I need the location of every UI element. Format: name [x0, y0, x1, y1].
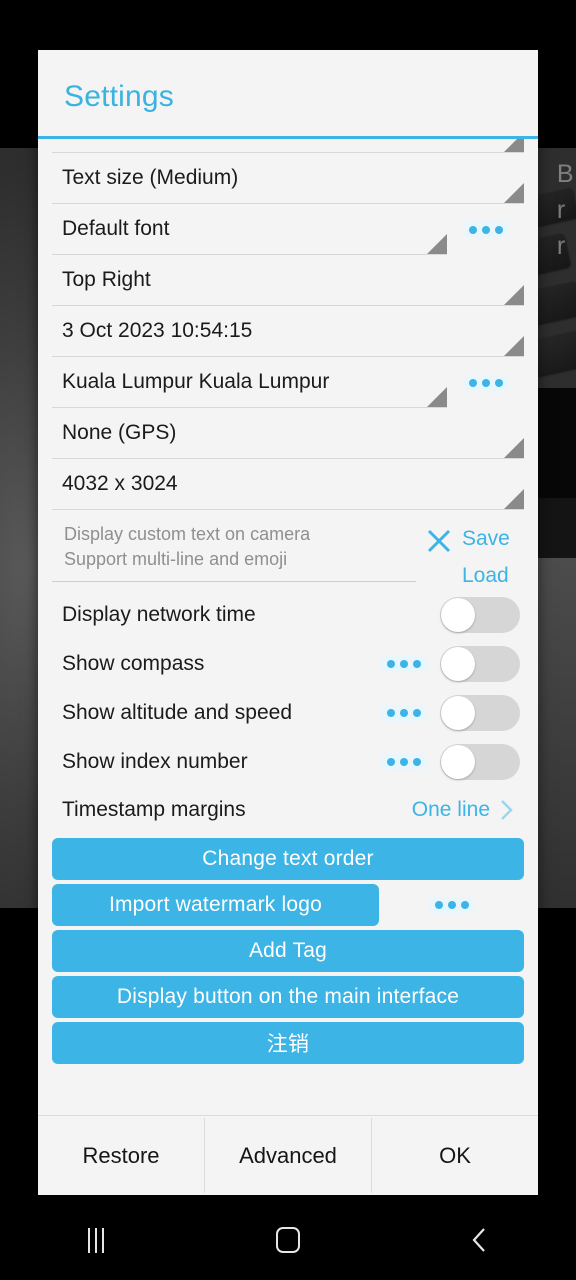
timestamp-margins-row[interactable]: Timestamp margins One line: [52, 786, 524, 834]
clear-custom-text-button[interactable]: [416, 520, 462, 556]
dropdown-triangle-icon: [427, 387, 447, 407]
restore-button[interactable]: Restore: [38, 1116, 204, 1195]
nav-back-button[interactable]: [384, 1200, 576, 1280]
toggle-label: Show compass: [62, 651, 205, 675]
ellipsis-icon: [380, 753, 428, 770]
spinner-label: Text size (Medium): [62, 166, 239, 189]
action-row-change-text-order: Change text order: [52, 834, 524, 880]
ellipsis-icon: [427, 897, 476, 913]
toggle-row-network-time[interactable]: Display network time: [52, 590, 524, 639]
back-icon: [472, 1228, 485, 1252]
spinner-row-position[interactable]: Top Right: [52, 255, 524, 306]
spinner-label: None (GPS): [62, 421, 177, 444]
overflow-menu-watermark[interactable]: [379, 897, 524, 913]
spinner-row-gps[interactable]: None (GPS): [52, 408, 524, 459]
spinner-row-datetime[interactable]: 3 Oct 2023 10:54:15: [52, 306, 524, 357]
toggle-row-index-number[interactable]: Show index number: [52, 737, 524, 786]
home-icon: [276, 1227, 300, 1253]
dropdown-triangle-icon: [504, 285, 524, 305]
dropdown-triangle-icon: [504, 139, 524, 152]
page-title: Settings: [64, 80, 174, 113]
settings-dialog: Settings Text size (Medium) Default font…: [38, 50, 538, 1195]
advanced-button[interactable]: Advanced: [205, 1116, 371, 1195]
timestamp-margins-value: One line: [411, 798, 490, 821]
toggle-label: Show altitude and speed: [62, 700, 293, 724]
custom-text-placeholder-line2: Support multi-line and emoji: [64, 549, 288, 569]
toggle-switch-network-time[interactable]: [440, 596, 520, 633]
add-tag-button[interactable]: Add Tag: [52, 930, 524, 972]
toggle-switch-altitude-speed[interactable]: [440, 694, 520, 731]
spinner-row-resolution[interactable]: 4032 x 3024: [52, 459, 524, 510]
ok-button[interactable]: OK: [372, 1116, 538, 1195]
toggle-row-compass[interactable]: Show compass: [52, 639, 524, 688]
dropdown-triangle-icon: [504, 336, 524, 356]
overflow-menu-index-number[interactable]: [368, 753, 440, 770]
spinner-label: Top Right: [62, 268, 151, 291]
overflow-menu-location[interactable]: [447, 357, 524, 408]
dropdown-triangle-icon: [504, 183, 524, 203]
dropdown-triangle-icon: [427, 234, 447, 254]
change-text-order-button[interactable]: Change text order: [52, 838, 524, 880]
dialog-title-bar: Settings: [38, 50, 538, 136]
action-row-logout: 注销: [52, 1018, 524, 1064]
spinner-label: Default font: [62, 217, 170, 240]
logout-button[interactable]: 注销: [52, 1022, 524, 1064]
action-row-add-tag: Add Tag: [52, 926, 524, 972]
toggle-knob: [441, 695, 475, 730]
import-watermark-logo-button[interactable]: Import watermark logo: [52, 884, 379, 926]
dropdown-triangle-icon: [504, 489, 524, 509]
toggle-switch-index-number[interactable]: [440, 743, 520, 780]
nav-home-button[interactable]: [192, 1200, 384, 1280]
toggle-knob: [441, 597, 475, 632]
toggle-knob: [441, 646, 475, 681]
action-row-import-watermark: Import watermark logo: [52, 880, 524, 926]
android-navigation-bar: [0, 1200, 576, 1280]
toggle-knob: [441, 744, 475, 779]
spinner-label: 4032 x 3024: [62, 472, 178, 495]
toggle-switch-compass[interactable]: [440, 645, 520, 682]
custom-text-save-load: Save Load: [462, 520, 524, 594]
overflow-menu-font[interactable]: [447, 204, 524, 255]
settings-scroll-body[interactable]: Text size (Medium) Default font Top Righ…: [38, 139, 538, 1115]
recents-icon: [88, 1227, 104, 1253]
spinner-label: Kuala Lumpur Kuala Lumpur: [62, 370, 330, 393]
toggle-label: Display network time: [62, 602, 256, 626]
ellipsis-icon: [380, 704, 428, 721]
close-icon: [427, 529, 451, 553]
spinner-row-text-size[interactable]: Text size (Medium): [52, 153, 524, 204]
save-button[interactable]: Save: [462, 520, 510, 557]
ellipsis-icon: [461, 374, 510, 391]
custom-text-input[interactable]: Display custom text on camera Support mu…: [52, 520, 416, 582]
phone-screen: B r r Settings Text size (Medium) Defaul…: [0, 0, 576, 1280]
load-button[interactable]: Load: [462, 557, 509, 594]
spinner-row-clipped[interactable]: [52, 139, 524, 153]
overflow-menu-compass[interactable]: [368, 655, 440, 672]
background-app-text: B r r: [556, 160, 574, 260]
custom-text-placeholder-line1: Display custom text on camera: [64, 524, 311, 544]
spinner-label: 3 Oct 2023 10:54:15: [62, 319, 253, 342]
custom-text-block: Display custom text on camera Support mu…: [52, 510, 524, 590]
ellipsis-icon: [461, 221, 510, 238]
action-row-display-button: Display button on the main interface: [52, 972, 524, 1018]
timestamp-margins-label: Timestamp margins: [62, 798, 246, 821]
spinner-row-font[interactable]: Default font: [52, 204, 524, 255]
overflow-menu-altitude-speed[interactable]: [368, 704, 440, 721]
toggle-row-altitude-speed[interactable]: Show altitude and speed: [52, 688, 524, 737]
toggle-label: Show index number: [62, 749, 248, 773]
display-button-on-main-interface-button[interactable]: Display button on the main interface: [52, 976, 524, 1018]
nav-recents-button[interactable]: [0, 1200, 192, 1280]
chevron-right-icon: [496, 799, 518, 821]
dialog-footer: Restore Advanced OK: [38, 1115, 538, 1195]
dropdown-triangle-icon: [504, 438, 524, 458]
spinner-row-location[interactable]: Kuala Lumpur Kuala Lumpur: [52, 357, 524, 408]
ellipsis-icon: [380, 655, 428, 672]
